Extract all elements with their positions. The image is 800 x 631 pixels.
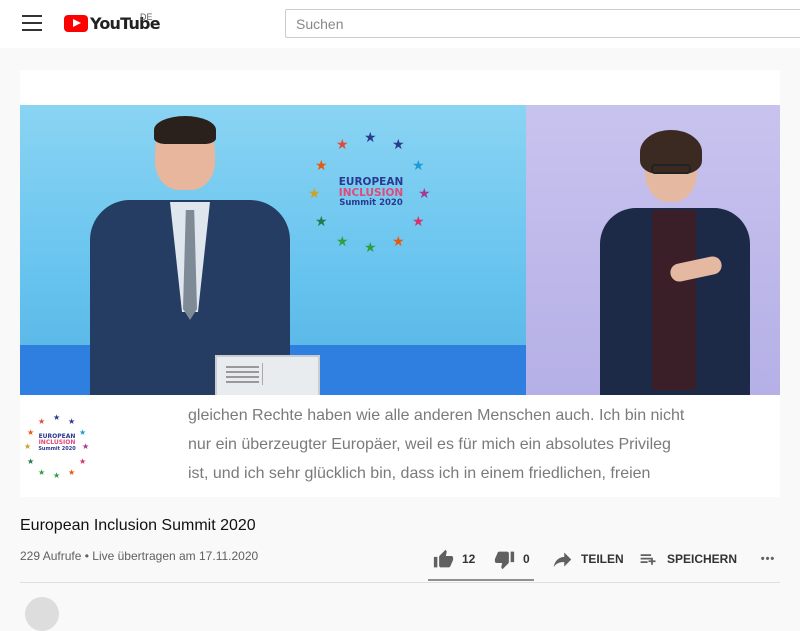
summit-logo-large: ★ ★ ★ ★ ★ ★ ★ ★ ★ ★ ★ ★ EUROPEAN INCLUSI… bbox=[308, 129, 431, 255]
playlist-add-icon bbox=[640, 553, 656, 565]
save-label: SPEICHERN bbox=[667, 552, 738, 566]
thumbs-up-icon bbox=[433, 549, 454, 567]
sentiment-bar bbox=[428, 579, 534, 581]
action-bar: 12 0 TEILEN SPEICHERN ••• bbox=[428, 545, 783, 573]
save-button[interactable]: SPEICHERN bbox=[638, 545, 753, 573]
divider bbox=[20, 582, 780, 583]
stream-date: Live übertragen am 17.11.2020 bbox=[92, 549, 259, 563]
summit-logo-small: ★ ★ ★ ★ ★ ★ ★ ★ ★ ★ ★ ★ EUROPEAN INCLUSI… bbox=[24, 413, 90, 480]
dislike-count: 0 bbox=[523, 552, 530, 566]
caption-line: ist, und ich sehr glücklich bin, dass ic… bbox=[188, 465, 651, 482]
play-logo-icon bbox=[64, 14, 88, 32]
thumbs-down-icon bbox=[494, 551, 515, 569]
meta-separator: • bbox=[84, 549, 89, 563]
share-icon bbox=[553, 552, 572, 567]
summit-logo-text: EUROPEAN INCLUSION Summit 2020 bbox=[338, 176, 404, 209]
search-input[interactable] bbox=[285, 9, 800, 38]
sign-language-interpreter bbox=[600, 130, 750, 395]
view-count: 229 Aufrufe bbox=[20, 549, 82, 563]
captions: gleichen Rechte haben wie alle anderen M… bbox=[188, 401, 768, 488]
dislike-button[interactable]: 0 bbox=[494, 545, 540, 573]
caption-line: nur ein überzeugter Europäer, weil es fü… bbox=[188, 436, 671, 453]
summit-logo-small-text: EUROPEAN INCLUSION Summit 2020 bbox=[38, 433, 76, 452]
speaker-figure bbox=[90, 116, 320, 395]
share-button[interactable]: TEILEN bbox=[552, 545, 638, 573]
menu-icon[interactable] bbox=[22, 15, 42, 31]
more-actions-button[interactable]: ••• bbox=[753, 545, 783, 573]
channel-avatar[interactable] bbox=[25, 597, 59, 631]
caption-line: gleichen Rechte haben wie alle anderen M… bbox=[188, 407, 685, 424]
masthead: YouTube DE bbox=[0, 0, 800, 48]
like-button[interactable]: 12 bbox=[428, 545, 494, 573]
podium bbox=[215, 355, 320, 395]
like-count: 12 bbox=[462, 552, 476, 566]
video-title: European Inclusion Summit 2020 bbox=[20, 517, 256, 534]
more-icon: ••• bbox=[760, 553, 776, 565]
country-code: DE bbox=[140, 12, 153, 22]
video-meta: 229 Aufrufe • Live übertragen am 17.11.2… bbox=[20, 549, 258, 563]
share-label: TEILEN bbox=[581, 552, 624, 566]
